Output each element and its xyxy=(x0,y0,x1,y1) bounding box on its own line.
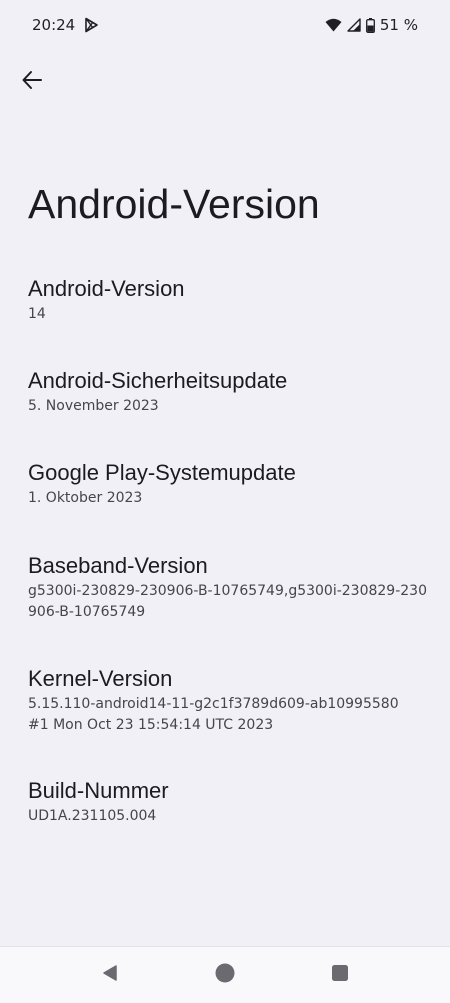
page-title: Android-Version xyxy=(28,181,320,227)
item-value: 5. November 2023 xyxy=(28,398,159,414)
play-store-icon xyxy=(83,17,99,33)
list-item-kernel-version[interactable]: Kernel-Version 5.15.110-android14-11-g2c… xyxy=(28,664,428,736)
battery-percent: 51 % xyxy=(379,16,418,34)
item-title: Android-Version xyxy=(28,276,185,301)
list-item-play-system-update[interactable]: Google Play-Systemupdate 1. Oktober 2023 xyxy=(28,458,428,509)
list-item-security-update[interactable]: Android-Sicherheitsupdate 5. November 20… xyxy=(28,366,428,417)
list-item-build-number[interactable]: Build-Nummer UD1A.231105.004 xyxy=(28,776,428,827)
item-title: Google Play-Systemupdate xyxy=(28,460,296,485)
item-title: Android-Sicherheitsupdate xyxy=(28,368,288,393)
nav-back-button[interactable] xyxy=(94,959,126,991)
navigation-bar xyxy=(0,946,450,1003)
arrow-back-icon xyxy=(21,69,43,95)
cell-signal-icon xyxy=(347,18,361,32)
status-bar: 20:24 51 % xyxy=(0,0,450,52)
item-title: Baseband-Version xyxy=(28,553,208,578)
item-value: 1. Oktober 2023 xyxy=(28,490,143,506)
status-time: 20:24 xyxy=(32,16,76,34)
wifi-icon xyxy=(325,18,342,32)
battery-icon xyxy=(365,17,375,33)
item-title: Kernel-Version xyxy=(28,666,173,691)
item-value: 5.15.110-android14-11-g2c1f3789d609-ab10… xyxy=(28,696,399,733)
status-icons: 51 % xyxy=(325,14,418,36)
nav-recents-button[interactable] xyxy=(324,959,356,991)
recents-square-icon xyxy=(331,964,349,986)
item-value: 14 xyxy=(28,306,46,322)
list-item-android-version[interactable]: Android-Version 14 xyxy=(28,274,428,325)
back-triangle-icon xyxy=(101,964,119,986)
item-value: g5300i-230829-230906-B-10765749,g5300i-2… xyxy=(28,583,427,620)
nav-home-button[interactable] xyxy=(209,959,241,991)
item-value: UD1A.231105.004 xyxy=(28,808,157,824)
item-title: Build-Nummer xyxy=(28,778,169,803)
list-item-baseband-version[interactable]: Baseband-Version g5300i-230829-230906-B-… xyxy=(28,551,428,623)
back-button[interactable] xyxy=(8,58,56,106)
home-circle-icon xyxy=(215,963,235,987)
